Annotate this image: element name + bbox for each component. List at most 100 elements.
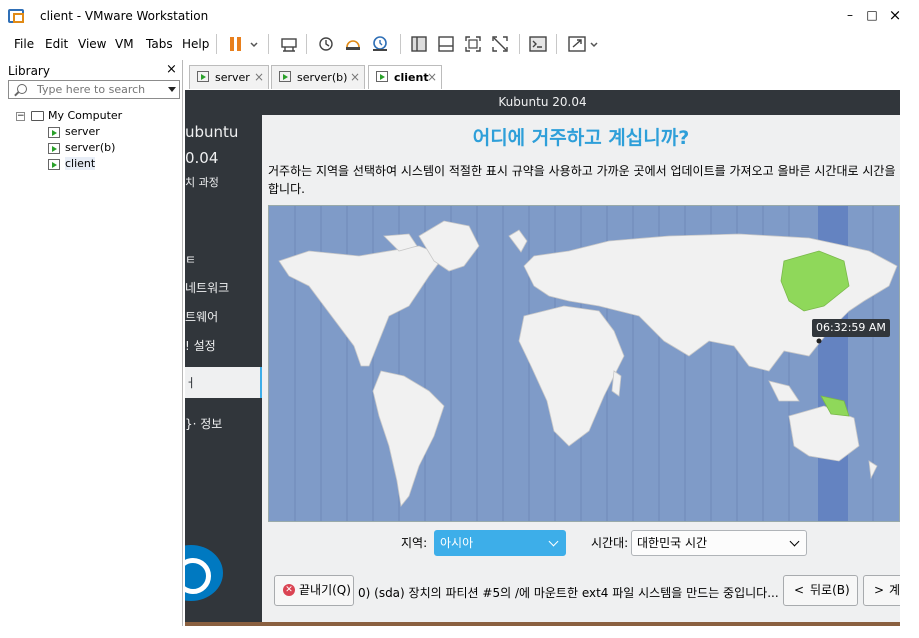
sidebar-step-settings: ! 설정 <box>185 339 216 353</box>
send-ctrl-alt-del-icon[interactable] <box>279 35 299 53</box>
title-bar: client - VMware Workstation – □ × <box>0 0 919 32</box>
toolbar-separator <box>306 34 307 54</box>
menu-bar: File Edit View VM Tabs Help <box>0 32 919 58</box>
vmware-logo-icon <box>8 9 24 23</box>
back-button-label: 뒤로(B) <box>810 583 850 597</box>
library-panel: Library × − My Computer server server(b)… <box>0 60 183 626</box>
quit-button[interactable]: ✕ 끝내기(Q) <box>274 575 354 606</box>
sidebar-brand: ubuntu <box>185 123 239 141</box>
next-button[interactable]: > 계 <box>863 575 900 606</box>
tree-item-label: My Computer <box>48 109 123 122</box>
search-icon <box>17 84 27 94</box>
tab-server[interactable]: server × <box>189 65 269 89</box>
power-dropdown-icon[interactable] <box>248 35 268 53</box>
tree-item-label: server(b) <box>65 141 116 154</box>
console-view-icon[interactable] <box>528 35 548 53</box>
vm-icon <box>48 158 60 170</box>
full-screen-icon[interactable] <box>463 35 483 53</box>
revert-snapshot-icon[interactable] <box>343 35 363 53</box>
thumbnail-bar-icon[interactable] <box>436 35 456 53</box>
region-value: 아시아 <box>440 536 474 550</box>
maximize-button[interactable]: □ <box>863 6 881 24</box>
stretch-guest-icon[interactable] <box>567 35 587 53</box>
chevron-right-icon: > <box>874 583 885 597</box>
tree-item-server-b[interactable]: server(b) <box>48 140 115 156</box>
sidebar-step-info: }· 정보 <box>185 417 223 431</box>
timezone-value: 대한민국 시간 <box>637 536 708 550</box>
toolbar-separator <box>216 34 217 54</box>
show-library-icon[interactable] <box>409 35 429 53</box>
chevron-down-icon <box>789 536 800 547</box>
tree-item-my-computer[interactable]: My Computer <box>31 108 122 124</box>
tree-item-server[interactable]: server <box>48 124 100 140</box>
description-line: 거주하는 지역을 선택하여 시스템이 적절한 표시 규약을 사용하고 가까운 곳… <box>268 164 900 178</box>
installer-window-title: Kubuntu 20.04 <box>185 90 900 115</box>
tab-client[interactable]: client × <box>368 65 442 89</box>
menu-help[interactable]: Help <box>182 37 209 51</box>
chevron-left-icon: < <box>794 583 805 597</box>
tree-item-client[interactable]: client <box>48 156 96 172</box>
menu-view[interactable]: View <box>78 37 106 51</box>
next-button-label: 계 <box>889 583 900 597</box>
vm-icon <box>48 142 60 154</box>
stop-icon: ✕ <box>283 584 295 596</box>
sidebar-version: 0.04 <box>185 149 219 167</box>
timezone-map[interactable] <box>268 205 900 522</box>
sidebar-step-location: ㅓ <box>185 376 197 390</box>
tab-label: server <box>215 71 250 84</box>
window-title: client - VMware Workstation <box>40 9 209 23</box>
tab-server-b[interactable]: server(b) × <box>271 65 365 89</box>
vm-icon <box>279 71 291 82</box>
region-label: 지역: <box>401 536 428 550</box>
vm-console[interactable]: Kubuntu 20.04 ubuntu 0.04 치 과정 ㅌ 네트워크 트웨… <box>185 90 900 626</box>
clock-tooltip: 06:32:59 AM <box>812 319 890 337</box>
tab-close-button[interactable]: × <box>254 70 264 84</box>
installer-sidebar: ubuntu 0.04 치 과정 ㅌ 네트워크 트웨어 ! 설정 ㅓ }· 정보 <box>185 115 262 626</box>
region-select[interactable]: 아시아 <box>434 530 566 556</box>
quit-button-label: 끝내기(Q) <box>299 583 351 597</box>
install-status-text: 0) (sda) 장치의 파티션 #5의 /에 마운트한 ext4 파일 시스템… <box>358 586 810 600</box>
sidebar-step-location-active: ㅓ <box>185 367 262 398</box>
snapshot-icon[interactable] <box>316 35 336 53</box>
console-bottom-strip <box>185 622 900 626</box>
unity-mode-icon[interactable] <box>490 35 510 53</box>
description-line: 합니다. <box>268 182 305 196</box>
kubuntu-logo-icon <box>185 545 223 601</box>
close-window-button[interactable]: × <box>886 6 904 24</box>
library-search-input[interactable] <box>37 82 157 97</box>
page-title: 어디에 거주하고 계십니까? <box>472 127 690 149</box>
tab-label: server(b) <box>297 71 348 84</box>
back-button[interactable]: < 뒤로(B) <box>783 575 858 606</box>
chevron-down-icon <box>548 536 559 547</box>
tree-item-label: server <box>65 125 100 138</box>
timezone-select[interactable]: 대한민국 시간 <box>631 530 807 556</box>
vm-icon <box>376 71 388 82</box>
installer-main: 어디에 거주하고 계십니까? 거주하는 지역을 선택하여 시스템이 적절한 표시… <box>262 115 900 626</box>
chevron-down-icon[interactable] <box>168 87 176 92</box>
toolbar-separator <box>519 34 520 54</box>
timezone-label: 시간대: <box>591 536 629 550</box>
vm-tab-bar: server × server(b) × client × <box>185 63 919 89</box>
sidebar-step-network: 네트워크 <box>185 281 230 295</box>
snapshot-manager-icon[interactable] <box>370 35 390 53</box>
tab-close-button[interactable]: × <box>350 70 360 84</box>
library-title: Library <box>8 64 50 78</box>
computer-icon <box>31 111 44 121</box>
pause-icon[interactable] <box>226 35 246 53</box>
tab-close-button[interactable]: × <box>427 70 437 84</box>
menu-file[interactable]: File <box>14 37 34 51</box>
tree-item-label: client <box>65 157 96 170</box>
location-description: 거주하는 지역을 선택하여 시스템이 적절한 표시 규약을 사용하고 가까운 곳… <box>268 162 900 198</box>
tree-collapse-toggle[interactable]: − <box>16 112 25 121</box>
library-search-box[interactable] <box>8 80 180 99</box>
sidebar-step-software: 트웨어 <box>185 310 219 324</box>
menu-edit[interactable]: Edit <box>45 37 68 51</box>
minimize-button[interactable]: – <box>841 6 859 24</box>
menu-vm[interactable]: VM <box>115 37 134 51</box>
library-close-button[interactable]: × <box>166 62 177 77</box>
toolbar-separator <box>400 34 401 54</box>
toolbar-separator <box>268 34 269 54</box>
stretch-dropdown-icon[interactable] <box>588 35 608 53</box>
menu-tabs[interactable]: Tabs <box>146 37 173 51</box>
sidebar-subtitle: 치 과정 <box>185 176 219 189</box>
